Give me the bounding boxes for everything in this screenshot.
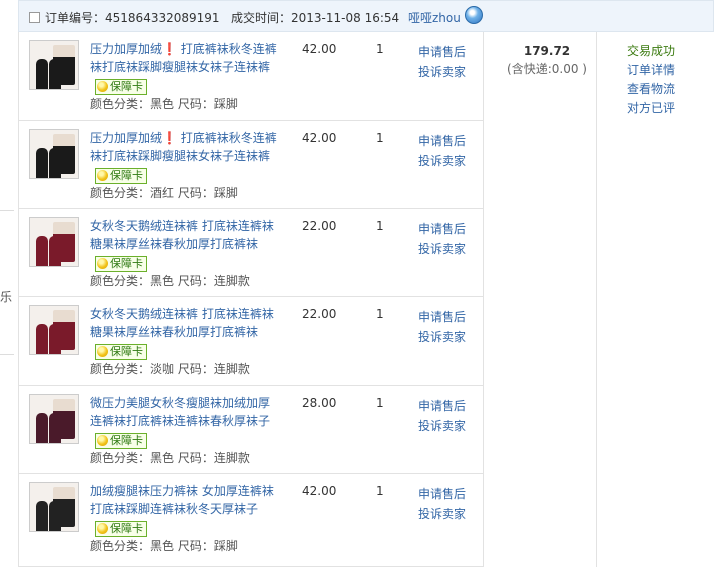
product-thumbnail[interactable] [29,394,79,444]
unit-price: 42.00 [302,131,337,145]
column-divider [483,32,484,567]
quantity: 1 [376,484,384,498]
product-attributes: 颜色分类：酒红 尺码：踩脚 [90,186,238,200]
shipping-note: (含快递:0.00 ) [507,62,587,76]
item-actions: 申请售后 投诉卖家 [418,396,466,436]
complain-seller-link[interactable]: 投诉卖家 [418,62,466,82]
side-divider [0,210,14,211]
item-actions: 申请售后 投诉卖家 [418,131,466,171]
unit-price: 28.00 [302,396,337,410]
thumb-package-shape [53,134,75,174]
thumb-package-shape [53,222,75,262]
item-actions: 申请售后 投诉卖家 [418,219,466,259]
product-attributes: 颜色分类：黑色 尺码：踩脚 [90,97,238,111]
product-title-link[interactable]: 女秋冬天鹅绒连袜裤 打底袜连裤袜糖果袜厚丝袜春秋加厚打底裤袜 [90,305,280,341]
guarantee-card-badge[interactable]: 保障卡 [95,521,147,537]
item-actions: 申请售后 投诉卖家 [418,484,466,524]
side-divider [0,354,14,355]
product-attributes: 颜色分类：黑色 尺码：踩脚 [90,539,238,553]
column-divider [596,32,597,567]
guarantee-icon [97,258,108,269]
complain-seller-link[interactable]: 投诉卖家 [418,416,466,436]
order-time: 成交时间：2013-11-08 16:54 [231,11,400,25]
apply-after-sale-link[interactable]: 申请售后 [418,42,466,62]
product-thumbnail[interactable] [29,40,79,90]
complain-seller-link[interactable]: 投诉卖家 [418,504,466,524]
total-amount: 179.72 [523,44,571,58]
order-item-row: 压力加厚加绒❗ 打底裤袜秋冬连裤袜打底袜踩脚瘦腿袜女袜子连袜裤 保障卡 颜色分类… [19,32,483,121]
thumb-leg-shape [36,59,48,89]
product-thumbnail[interactable] [29,482,79,532]
product-thumbnail[interactable] [29,305,79,355]
thumb-leg-shape [36,236,48,266]
quantity: 1 [376,396,384,410]
quantity: 1 [376,219,384,233]
thumb-package-shape [53,399,75,439]
aliwangwang-icon[interactable] [465,6,483,24]
item-actions: 申请售后 投诉卖家 [418,307,466,347]
guarantee-icon [97,346,108,357]
guarantee-card-badge[interactable]: 保障卡 [95,256,147,272]
thumb-package-shape [53,45,75,85]
unit-price: 42.00 [302,484,337,498]
product-title-link[interactable]: 女秋冬天鹅绒连袜裤 打底袜连裤袜糖果袜厚丝袜春秋加厚打底裤袜 [90,217,280,253]
product-attributes: 颜色分类：淡咖 尺码：连脚款 [90,362,250,376]
order-detail-link[interactable]: 订单详情 [627,61,675,80]
order-item-row: 女秋冬天鹅绒连袜裤 打底袜连裤袜糖果袜厚丝袜春秋加厚打底裤袜 保障卡 颜色分类：… [19,209,483,297]
order-header: 订单编号：451864332089191 成交时间：2013-11-08 16:… [18,0,714,32]
review-status-link[interactable]: 对方已评 [627,99,675,118]
thumb-leg-shape [36,148,48,178]
order-item-row: 微压力美腿女秋冬瘦腿袜加绒加厚连裤袜打底裤袜连裤袜春秋厚袜子 保障卡 颜色分类：… [19,386,483,474]
product-title-link[interactable]: 微压力美腿女秋冬瘦腿袜加绒加厚连裤袜打底裤袜连裤袜春秋厚袜子 [90,394,280,430]
complain-seller-link[interactable]: 投诉卖家 [418,327,466,347]
order-total: 179.72 (含快递:0.00 ) [483,42,611,78]
guarantee-card-badge[interactable]: 保障卡 [95,433,147,449]
guarantee-icon [97,81,108,92]
guarantee-icon [97,435,108,446]
apply-after-sale-link[interactable]: 申请售后 [418,484,466,504]
order-body: 压力加厚加绒❗ 打底裤袜秋冬连裤袜打底袜踩脚瘦腿袜女袜子连袜裤 保障卡 颜色分类… [18,32,714,567]
order-item-row: 加绒瘦腿袜压力裤袜 女加厚连裤袜打底袜踩脚连裤袜秋冬天厚袜子 保障卡 颜色分类：… [19,474,483,567]
product-attributes: 颜色分类：黑色 尺码：连脚款 [90,274,250,288]
order-item-row: 女秋冬天鹅绒连袜裤 打底袜连裤袜糖果袜厚丝袜春秋加厚打底裤袜 保障卡 颜色分类：… [19,297,483,386]
quantity: 1 [376,42,384,56]
seller-link[interactable]: 哑哑zhou [408,9,461,26]
order-number: 订单编号：451864332089191 [45,11,220,25]
apply-after-sale-link[interactable]: 申请售后 [418,131,466,151]
product-title-link[interactable]: 加绒瘦腿袜压力裤袜 女加厚连裤袜打底袜踩脚连裤袜秋冬天厚袜子 [90,482,280,518]
product-title-link[interactable]: 压力加厚加绒❗ 打底裤袜秋冬连裤袜打底袜踩脚瘦腿袜女袜子连袜裤 [90,129,280,165]
guarantee-icon [97,523,108,534]
quantity: 1 [376,131,384,145]
unit-price: 22.00 [302,219,337,233]
guarantee-card-badge[interactable]: 保障卡 [95,168,147,184]
product-thumbnail[interactable] [29,217,79,267]
guarantee-card-badge[interactable]: 保障卡 [95,79,147,95]
thumb-package-shape [53,310,75,350]
status-text: 交易成功 [627,44,676,58]
thumb-leg-shape [36,501,48,531]
thumb-package-shape [53,487,75,527]
guarantee-icon [97,170,108,181]
thumb-leg-shape [36,413,48,443]
product-attributes: 颜色分类：黑色 尺码：连脚款 [90,451,250,465]
quantity: 1 [376,307,384,321]
apply-after-sale-link[interactable]: 申请售后 [418,396,466,416]
apply-after-sale-link[interactable]: 申请售后 [418,219,466,239]
order-select-checkbox[interactable] [29,12,40,23]
item-actions: 申请售后 投诉卖家 [418,42,466,82]
complain-seller-link[interactable]: 投诉卖家 [418,239,466,259]
unit-price: 42.00 [302,42,337,56]
unit-price: 22.00 [302,307,337,321]
order-item-row: 压力加厚加绒❗ 打底裤袜秋冬连裤袜打底袜踩脚瘦腿袜女袜子连袜裤 保障卡 颜色分类… [19,121,483,209]
apply-after-sale-link[interactable]: 申请售后 [418,307,466,327]
side-text: 乐 [0,290,13,304]
product-title-link[interactable]: 压力加厚加绒❗ 打底裤袜秋冬连裤袜打底袜踩脚瘦腿袜女袜子连袜裤 [90,40,280,76]
view-logistics-link[interactable]: 查看物流 [627,80,675,99]
guarantee-card-badge[interactable]: 保障卡 [95,344,147,360]
thumb-leg-shape [36,324,48,354]
complain-seller-link[interactable]: 投诉卖家 [418,151,466,171]
product-thumbnail[interactable] [29,129,79,179]
order-status: 交易成功 订单详情 查看物流 对方已评 [627,42,675,118]
